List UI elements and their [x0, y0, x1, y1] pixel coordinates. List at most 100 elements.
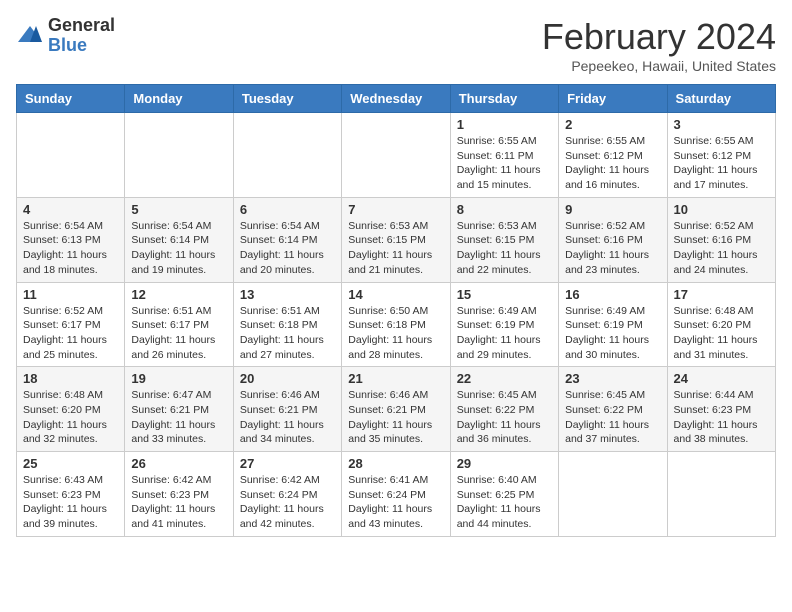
day-info: Sunrise: 6:53 AMSunset: 6:15 PMDaylight:… — [348, 219, 443, 278]
header-friday: Friday — [559, 85, 667, 113]
calendar-cell: 23 Sunrise: 6:45 AMSunset: 6:22 PMDayligh… — [559, 367, 667, 452]
day-number: 14 — [348, 287, 443, 302]
day-info: Sunrise: 6:52 AMSunset: 6:17 PMDaylight:… — [23, 304, 118, 363]
calendar-cell: 13Sunrise: 6:51 AMSunset: 6:18 PMDayligh… — [233, 282, 341, 367]
calendar-cell — [17, 113, 125, 198]
logo-general: General — [48, 16, 115, 36]
header-wednesday: Wednesday — [342, 85, 450, 113]
header-row: SundayMondayTuesdayWednesdayThursdayFrid… — [17, 85, 776, 113]
calendar-cell: 3Sunrise: 6:55 AMSunset: 6:12 PMDaylight… — [667, 113, 775, 198]
calendar-cell: 2Sunrise: 6:55 AMSunset: 6:12 PMDaylight… — [559, 113, 667, 198]
calendar-cell: 6Sunrise: 6:54 AMSunset: 6:14 PMDaylight… — [233, 197, 341, 282]
day-info: Sunrise: 6:51 AMSunset: 6:17 PMDaylight:… — [131, 304, 226, 363]
calendar-cell — [125, 113, 233, 198]
day-info: Sunrise: 6:51 AMSunset: 6:18 PMDaylight:… — [240, 304, 335, 363]
day-number: 21 — [348, 371, 443, 386]
day-number: 4 — [23, 202, 118, 217]
day-number: 28 — [348, 456, 443, 471]
calendar-cell: 8Sunrise: 6:53 AMSunset: 6:15 PMDaylight… — [450, 197, 558, 282]
day-info: Sunrise: 6:50 AMSunset: 6:18 PMDaylight:… — [348, 304, 443, 363]
day-number: 16 — [565, 287, 660, 302]
day-info: Sunrise: 6:49 AMSunset: 6:19 PMDaylight:… — [457, 304, 552, 363]
day-number: 22 — [457, 371, 552, 386]
calendar-cell: 20Sunrise: 6:46 AMSunset: 6:21 PMDayligh… — [233, 367, 341, 452]
day-number: 29 — [457, 456, 552, 471]
calendar-cell: 1 Sunrise: 6:55 AMSunset: 6:11 PMDaylight… — [450, 113, 558, 198]
day-info: Sunrise: 6:54 AMSunset: 6:13 PMDaylight:… — [23, 219, 118, 278]
calendar-cell: 9 Sunrise: 6:52 AMSunset: 6:16 PMDaylight… — [559, 197, 667, 282]
calendar-cell: 24Sunrise: 6:44 AMSunset: 6:23 PMDayligh… — [667, 367, 775, 452]
month-title: February 2024 — [542, 16, 776, 58]
calendar-cell — [342, 113, 450, 198]
calendar-cell: 16Sunrise: 6:49 AMSunset: 6:19 PMDayligh… — [559, 282, 667, 367]
day-info: Sunrise: 6:55 AMSunset: 6:11 PMDaylight:… — [457, 134, 552, 193]
week-row: 4 Sunrise: 6:54 AMSunset: 6:13 PMDaylight… — [17, 197, 776, 282]
day-number: 15 — [457, 287, 552, 302]
location: Pepeekeo, Hawaii, United States — [542, 58, 776, 74]
calendar-cell: 29 Sunrise: 6:40 AMSunset: 6:25 PMDayligh… — [450, 452, 558, 537]
day-number: 1 — [457, 117, 552, 132]
header-sunday: Sunday — [17, 85, 125, 113]
header-thursday: Thursday — [450, 85, 558, 113]
calendar-cell: 11 Sunrise: 6:52 AMSunset: 6:17 PMDayligh… — [17, 282, 125, 367]
calendar-cell: 19 Sunrise: 6:47 AMSunset: 6:21 PMDayligh… — [125, 367, 233, 452]
calendar-cell: 14 Sunrise: 6:50 AMSunset: 6:18 PMDayligh… — [342, 282, 450, 367]
day-info: Sunrise: 6:55 AMSunset: 6:12 PMDaylight:… — [565, 134, 660, 193]
day-info: Sunrise: 6:42 AMSunset: 6:24 PMDaylight:… — [240, 473, 335, 532]
day-number: 27 — [240, 456, 335, 471]
calendar-cell: 15 Sunrise: 6:49 AMSunset: 6:19 PMDayligh… — [450, 282, 558, 367]
logo-blue: Blue — [48, 36, 115, 56]
calendar-cell: 26 Sunrise: 6:42 AMSunset: 6:23 PMDayligh… — [125, 452, 233, 537]
week-row: 18 Sunrise: 6:48 AMSunset: 6:20 PMDayligh… — [17, 367, 776, 452]
calendar-cell — [667, 452, 775, 537]
day-info: Sunrise: 6:48 AMSunset: 6:20 PMDaylight:… — [23, 388, 118, 447]
day-number: 5 — [131, 202, 226, 217]
day-number: 7 — [348, 202, 443, 217]
header-saturday: Saturday — [667, 85, 775, 113]
week-row: 25 Sunrise: 6:43 AMSunset: 6:23 PMDayligh… — [17, 452, 776, 537]
day-number: 6 — [240, 202, 335, 217]
header-monday: Monday — [125, 85, 233, 113]
day-number: 18 — [23, 371, 118, 386]
day-info: Sunrise: 6:53 AMSunset: 6:15 PMDaylight:… — [457, 219, 552, 278]
calendar-cell: 7 Sunrise: 6:53 AMSunset: 6:15 PMDaylight… — [342, 197, 450, 282]
calendar-cell: 27 Sunrise: 6:42 AMSunset: 6:24 PMDayligh… — [233, 452, 341, 537]
calendar-body: 1 Sunrise: 6:55 AMSunset: 6:11 PMDaylight… — [17, 113, 776, 537]
calendar-cell: 12Sunrise: 6:51 AMSunset: 6:17 PMDayligh… — [125, 282, 233, 367]
day-number: 17 — [674, 287, 769, 302]
day-number: 19 — [131, 371, 226, 386]
day-info: Sunrise: 6:43 AMSunset: 6:23 PMDaylight:… — [23, 473, 118, 532]
day-number: 25 — [23, 456, 118, 471]
day-number: 11 — [23, 287, 118, 302]
week-row: 11 Sunrise: 6:52 AMSunset: 6:17 PMDayligh… — [17, 282, 776, 367]
day-info: Sunrise: 6:46 AMSunset: 6:21 PMDaylight:… — [348, 388, 443, 447]
logo: General Blue — [16, 16, 115, 56]
day-number: 26 — [131, 456, 226, 471]
title-section: February 2024 Pepeekeo, Hawaii, United S… — [542, 16, 776, 74]
calendar-cell: 17 Sunrise: 6:48 AMSunset: 6:20 PMDayligh… — [667, 282, 775, 367]
day-info: Sunrise: 6:47 AMSunset: 6:21 PMDaylight:… — [131, 388, 226, 447]
day-number: 9 — [565, 202, 660, 217]
calendar-cell — [233, 113, 341, 198]
day-number: 20 — [240, 371, 335, 386]
week-row: 1 Sunrise: 6:55 AMSunset: 6:11 PMDaylight… — [17, 113, 776, 198]
calendar-cell: 10 Sunrise: 6:52 AMSunset: 6:16 PMDayligh… — [667, 197, 775, 282]
day-info: Sunrise: 6:45 AMSunset: 6:22 PMDaylight:… — [565, 388, 660, 447]
calendar-cell: 4 Sunrise: 6:54 AMSunset: 6:13 PMDaylight… — [17, 197, 125, 282]
calendar-cell — [559, 452, 667, 537]
day-number: 23 — [565, 371, 660, 386]
day-number: 10 — [674, 202, 769, 217]
day-info: Sunrise: 6:48 AMSunset: 6:20 PMDaylight:… — [674, 304, 769, 363]
day-info: Sunrise: 6:40 AMSunset: 6:25 PMDaylight:… — [457, 473, 552, 532]
day-info: Sunrise: 6:52 AMSunset: 6:16 PMDaylight:… — [674, 219, 769, 278]
calendar-cell: 22Sunrise: 6:45 AMSunset: 6:22 PMDayligh… — [450, 367, 558, 452]
page-header: General Blue February 2024 Pepeekeo, Haw… — [16, 16, 776, 74]
day-info: Sunrise: 6:42 AMSunset: 6:23 PMDaylight:… — [131, 473, 226, 532]
header-tuesday: Tuesday — [233, 85, 341, 113]
day-number: 3 — [674, 117, 769, 132]
logo-icon — [16, 22, 44, 50]
calendar-table: SundayMondayTuesdayWednesdayThursdayFrid… — [16, 84, 776, 537]
calendar-cell: 18 Sunrise: 6:48 AMSunset: 6:20 PMDayligh… — [17, 367, 125, 452]
day-info: Sunrise: 6:52 AMSunset: 6:16 PMDaylight:… — [565, 219, 660, 278]
calendar-cell: 25 Sunrise: 6:43 AMSunset: 6:23 PMDayligh… — [17, 452, 125, 537]
